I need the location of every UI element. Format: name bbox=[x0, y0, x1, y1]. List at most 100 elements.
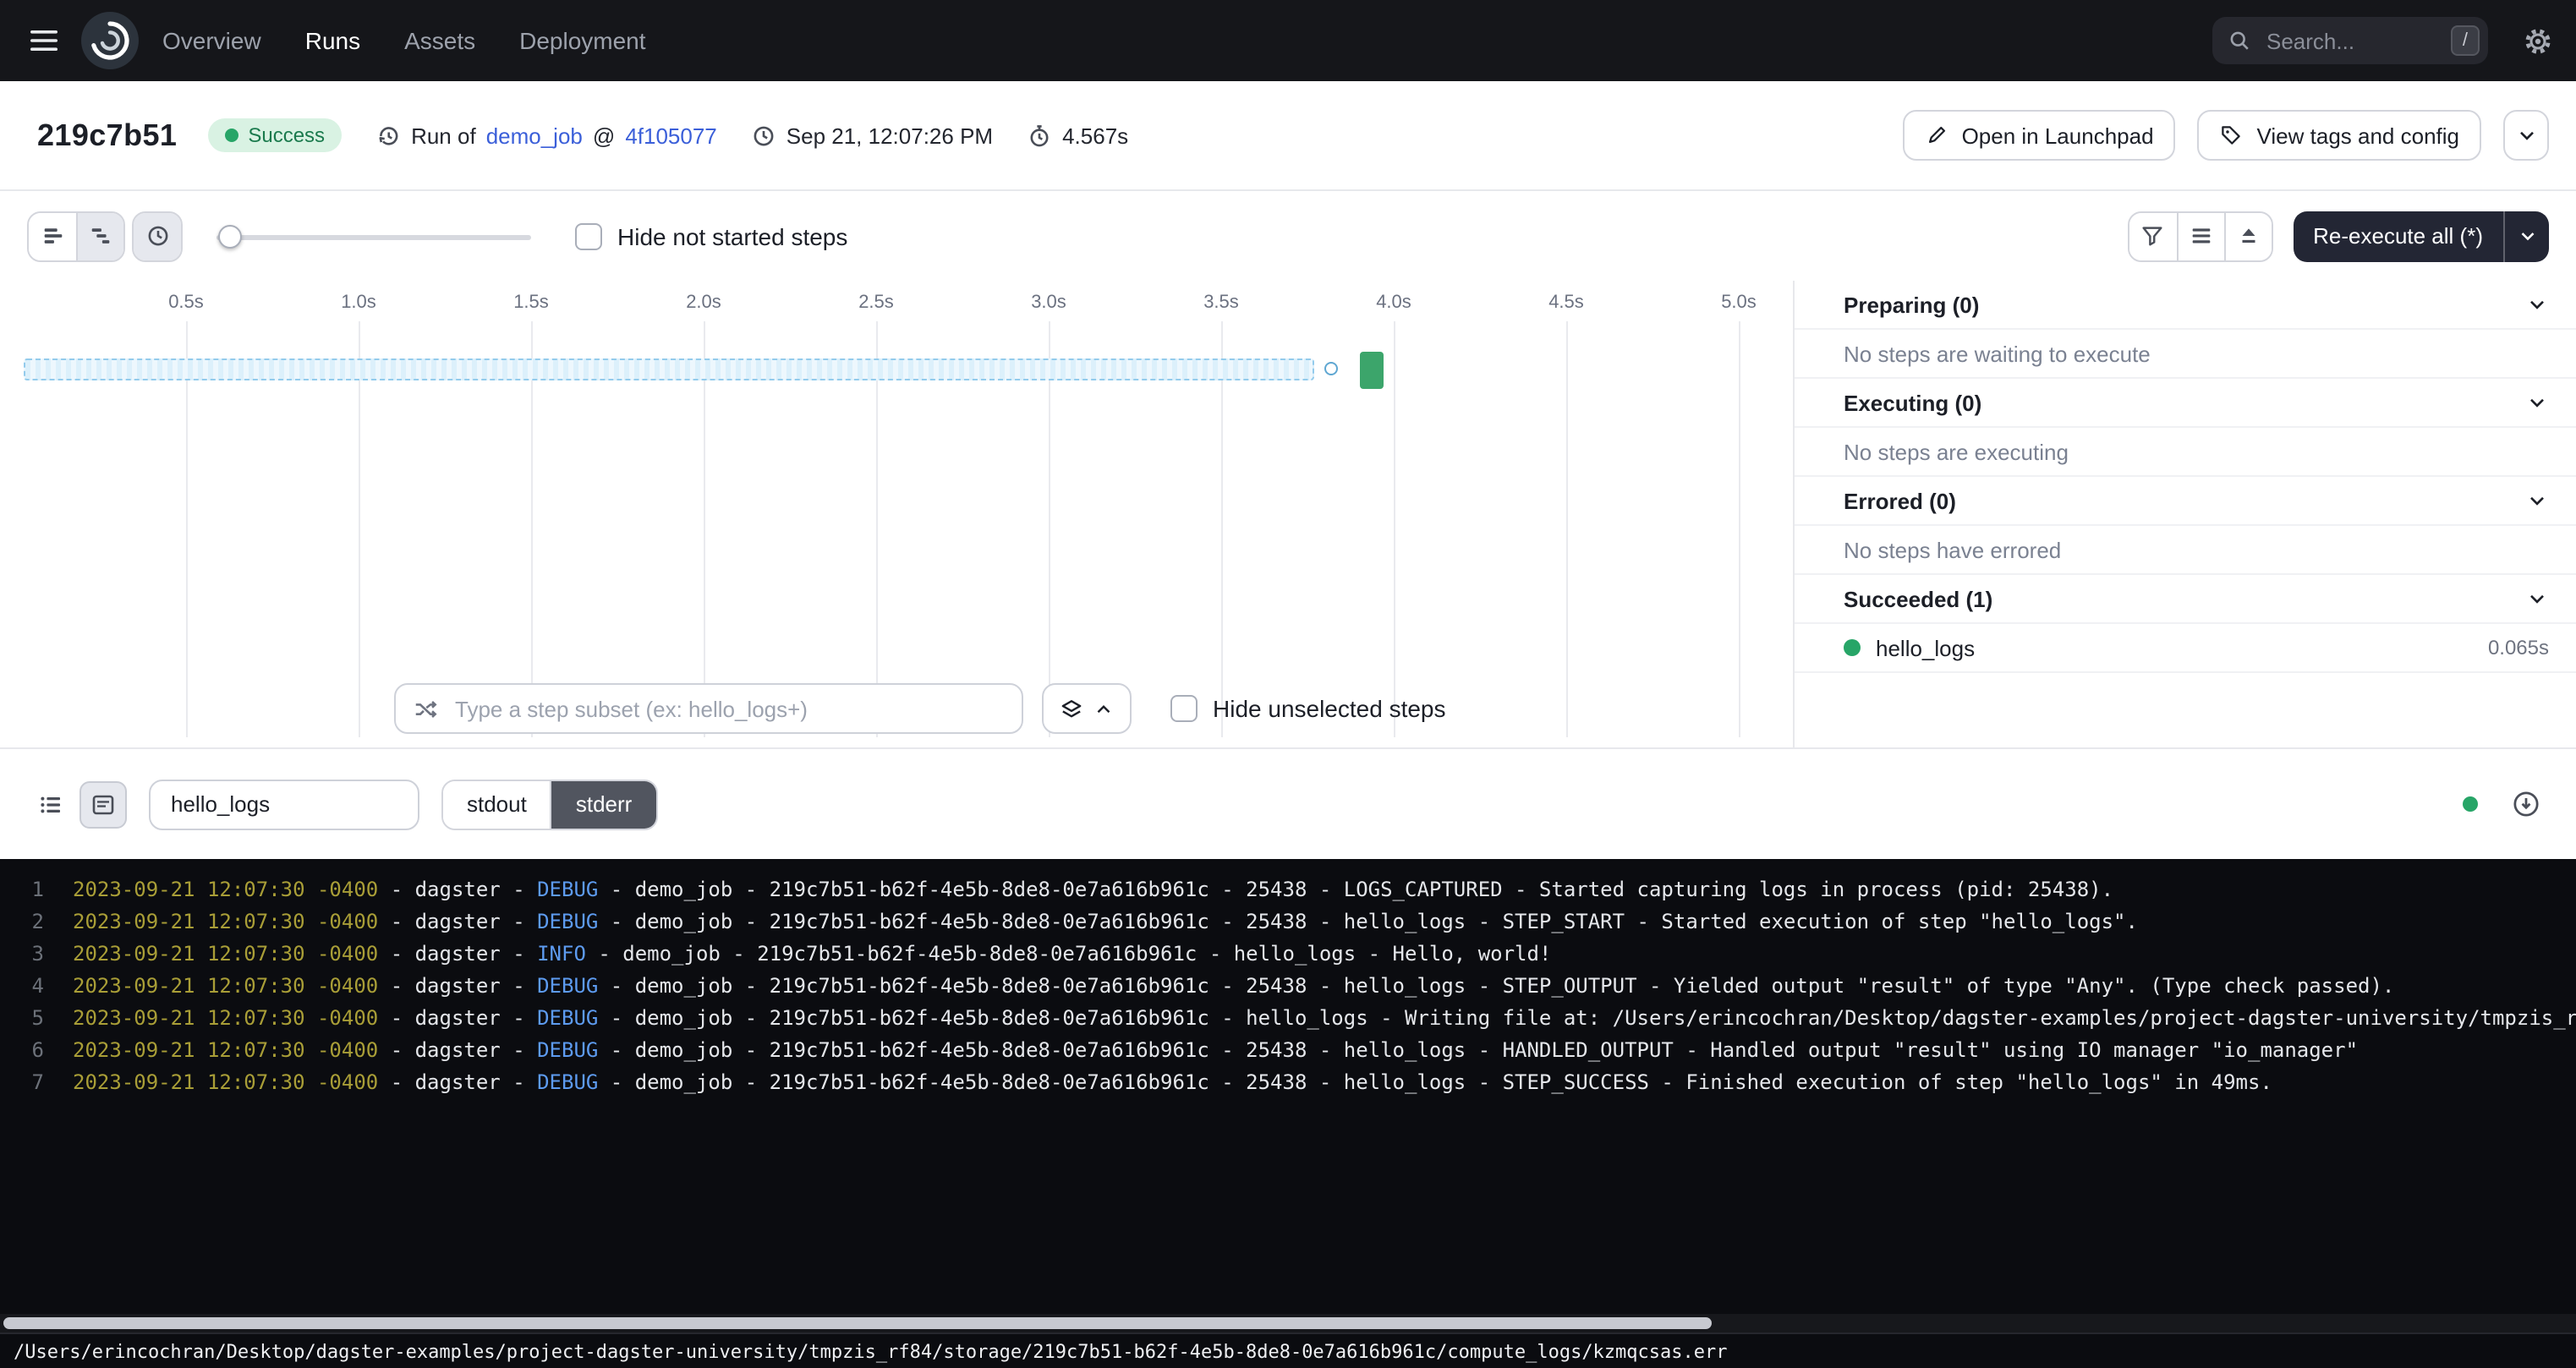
panel-section-header[interactable]: Executing (0) bbox=[1795, 379, 2576, 428]
run-actions-menu-button[interactable] bbox=[2503, 110, 2549, 161]
flat-view-button[interactable] bbox=[29, 212, 76, 260]
step-panel: Preparing (0)No steps are waiting to exe… bbox=[1793, 281, 2576, 747]
global-search[interactable]: / bbox=[2212, 17, 2488, 64]
slider-track bbox=[216, 234, 531, 239]
log-line: 42023-09-21 12:07:30 -0400 - dagster - D… bbox=[0, 971, 2576, 1003]
gridline bbox=[876, 321, 878, 737]
panel-section-header[interactable]: Errored (0) bbox=[1795, 477, 2576, 526]
graph-query-toggle-button[interactable] bbox=[1042, 683, 1132, 734]
log-toolbar: stdout stderr bbox=[0, 749, 2576, 859]
axis-tick-label: 1.0s bbox=[325, 293, 392, 313]
open-in-launchpad-button[interactable]: Open in Launchpad bbox=[1903, 110, 2176, 161]
log-line: 32023-09-21 12:07:30 -0400 - dagster - I… bbox=[0, 938, 2576, 971]
reexecute-all-button[interactable]: Re-execute all (*) bbox=[2293, 211, 2503, 261]
gantt-toolbar: Hide not started steps Re-execute all (*… bbox=[0, 191, 2576, 281]
gantt-controls: Hide unselected steps bbox=[394, 683, 1446, 734]
navbar-right: / bbox=[2212, 17, 2554, 64]
slider-handle[interactable] bbox=[218, 224, 242, 248]
stderr-tab[interactable]: stderr bbox=[551, 780, 655, 828]
log-line: 72023-09-21 12:07:30 -0400 - dagster - D… bbox=[0, 1067, 2576, 1099]
at-separator: @ bbox=[593, 123, 615, 148]
gridline bbox=[359, 321, 360, 737]
gantt-marker[interactable] bbox=[1325, 362, 1339, 375]
hamburger-menu-button[interactable] bbox=[22, 19, 66, 63]
log-filter-input[interactable] bbox=[167, 790, 401, 818]
panel-section-title: Executing (0) bbox=[1844, 390, 1981, 415]
chevron-down-icon bbox=[2525, 391, 2549, 414]
axis-tick-label: 2.5s bbox=[842, 293, 910, 313]
nav-item-assets[interactable]: Assets bbox=[404, 27, 475, 54]
step-subset-input-wrapper[interactable] bbox=[394, 683, 1023, 734]
run-meta: Run of demo_job @ 4f105077 Sep 21, 12:07… bbox=[375, 123, 1128, 148]
hide-not-started-control: Hide not started steps bbox=[575, 222, 847, 249]
panel-step-row[interactable]: hello_logs0.065s bbox=[1795, 624, 2576, 673]
scrollbar-thumb[interactable] bbox=[3, 1317, 1712, 1329]
log-line: 52023-09-21 12:07:30 -0400 - dagster - D… bbox=[0, 1003, 2576, 1035]
gridline bbox=[531, 321, 533, 737]
stdout-tab[interactable]: stdout bbox=[443, 780, 551, 828]
run-duration-label: 4.567s bbox=[1062, 123, 1128, 148]
view-tags-config-button[interactable]: View tags and config bbox=[2198, 110, 2481, 161]
log-filter-input-wrapper[interactable] bbox=[149, 779, 419, 829]
download-logs-button[interactable] bbox=[2502, 780, 2549, 828]
snapshot-link[interactable]: 4f105077 bbox=[625, 123, 716, 148]
chevron-down-icon bbox=[2525, 587, 2549, 610]
log-status-bar: /Users/erincochran/Desktop/dagster-examp… bbox=[0, 1332, 2576, 1368]
list-icon bbox=[37, 791, 64, 818]
log-viewer[interactable]: 12023-09-21 12:07:30 -0400 - dagster - D… bbox=[0, 859, 2576, 1314]
hide-not-started-checkbox[interactable] bbox=[575, 222, 602, 249]
panel-section-header[interactable]: Succeeded (1) bbox=[1795, 575, 2576, 624]
run-timestamp-label: Sep 21, 12:07:26 PM bbox=[787, 123, 993, 148]
gridline bbox=[1394, 321, 1395, 737]
job-link[interactable]: demo_job bbox=[486, 123, 583, 148]
waterfall-view-button[interactable] bbox=[76, 212, 123, 260]
top-navbar: Overview Runs Assets Deployment / bbox=[0, 0, 2576, 81]
hamburger-icon bbox=[27, 24, 61, 57]
nav-item-deployment[interactable]: Deployment bbox=[519, 27, 645, 54]
gantt-step-bar-hello_logs[interactable] bbox=[1359, 352, 1384, 389]
gantt-waiting-bar[interactable] bbox=[24, 358, 1314, 380]
layers-icon bbox=[1059, 696, 1084, 721]
eject-icon bbox=[2235, 223, 2261, 249]
run-timestamp: Sep 21, 12:07:26 PM bbox=[751, 123, 993, 148]
history-icon bbox=[375, 123, 401, 148]
run-of-label: Run of bbox=[411, 123, 476, 148]
settings-gear-button[interactable] bbox=[2522, 25, 2554, 57]
download-icon bbox=[2511, 790, 2540, 818]
timed-view-button[interactable] bbox=[134, 212, 181, 260]
search-input[interactable] bbox=[2263, 26, 2439, 55]
hide-unselected-control: Hide unselected steps bbox=[1170, 695, 1446, 722]
nav-item-runs[interactable]: Runs bbox=[305, 27, 360, 54]
timed-mode-group bbox=[132, 211, 183, 261]
run-of-meta: Run of demo_job @ 4f105077 bbox=[375, 123, 717, 148]
raw-log-view-button[interactable] bbox=[79, 780, 127, 828]
reexecute-menu-button[interactable] bbox=[2503, 211, 2549, 261]
raw-log-icon bbox=[90, 791, 117, 818]
row-density-button[interactable] bbox=[2176, 212, 2223, 260]
rows-icon bbox=[2188, 223, 2213, 249]
filter-button[interactable] bbox=[2129, 212, 2176, 260]
step-subset-input[interactable] bbox=[452, 694, 1005, 723]
gantt-zoom-slider[interactable] bbox=[216, 212, 531, 260]
gridline bbox=[704, 321, 705, 737]
axis-tick-label: 0.5s bbox=[152, 293, 220, 313]
panel-section-title: Errored (0) bbox=[1844, 488, 1956, 513]
flat-view-icon bbox=[40, 223, 65, 249]
dagster-logo[interactable] bbox=[81, 12, 139, 69]
nav-item-overview[interactable]: Overview bbox=[162, 27, 261, 54]
pencil-icon bbox=[1925, 123, 1948, 147]
panel-section-header[interactable]: Preparing (0) bbox=[1795, 281, 2576, 330]
hide-unselected-checkbox[interactable] bbox=[1170, 695, 1198, 722]
gantt-chart: 0.5s1.0s1.5s2.0s2.5s3.0s3.5s4.0s4.5s5.0s… bbox=[0, 281, 1793, 747]
chevron-down-icon bbox=[2514, 123, 2538, 147]
panel-section-title: Preparing (0) bbox=[1844, 292, 1979, 317]
run-header: 219c7b51 Success Run of demo_job @ 4f105… bbox=[0, 81, 2576, 191]
log-horizontal-scrollbar[interactable] bbox=[0, 1314, 2576, 1332]
structured-log-view-button[interactable] bbox=[27, 780, 74, 828]
log-status-dot bbox=[2463, 796, 2478, 812]
axis-tick-label: 5.0s bbox=[1705, 293, 1773, 313]
log-line: 22023-09-21 12:07:30 -0400 - dagster - D… bbox=[0, 906, 2576, 938]
reexecute-split-button: Re-execute all (*) bbox=[2293, 211, 2549, 261]
zoom-to-fit-button[interactable] bbox=[2223, 212, 2271, 260]
gridline bbox=[186, 321, 188, 737]
